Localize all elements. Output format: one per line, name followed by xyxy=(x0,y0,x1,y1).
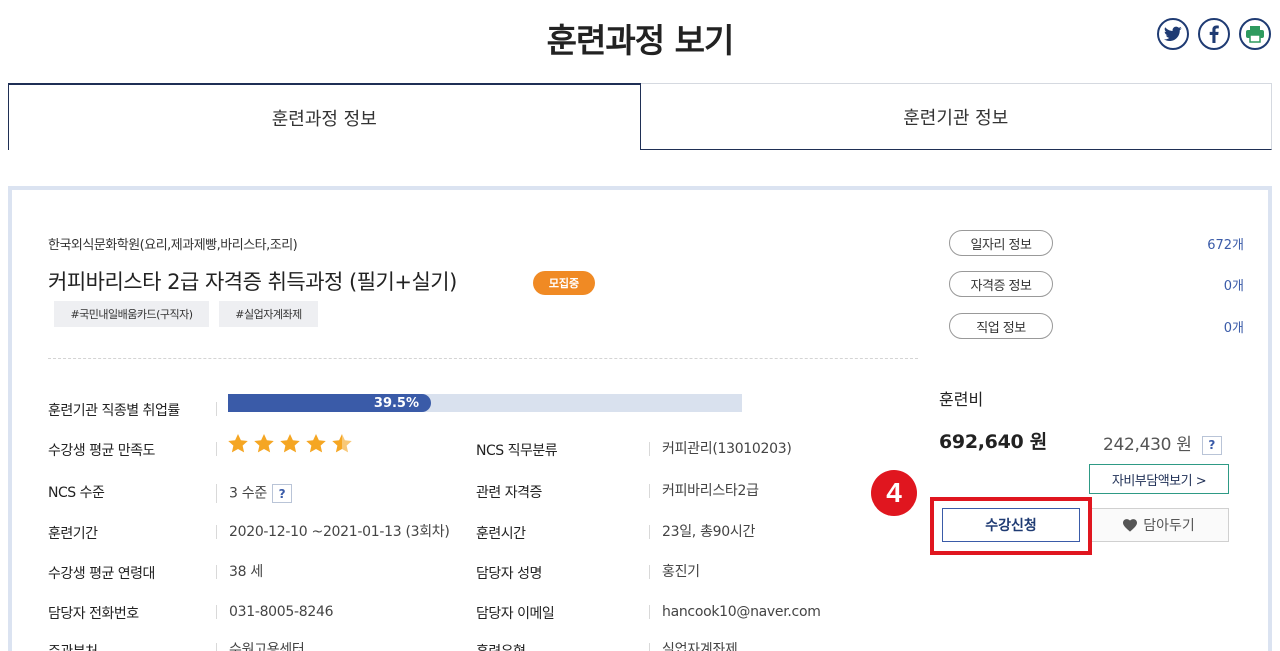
fee-self-value: 242,430 원 xyxy=(1103,435,1192,455)
period-value: 2020-12-10 ~2021-01-13 (3회차) xyxy=(216,525,450,539)
self-pay-view-button[interactable]: 자비부담액보기 > xyxy=(1089,464,1229,494)
star-icon xyxy=(228,434,248,453)
fee-help-button[interactable]: ? xyxy=(1201,435,1222,455)
ncs-level-help-button[interactable]: ? xyxy=(271,484,292,503)
period-label: 훈련기간 xyxy=(48,526,98,542)
ncs-level-value: 3 수준? xyxy=(216,484,292,503)
heart-icon xyxy=(1123,518,1138,532)
wishlist-label: 담아두기 xyxy=(1143,518,1195,534)
step-number-badge: 4 xyxy=(871,470,917,516)
phone-value: 031-8005-8246 xyxy=(216,605,333,619)
satisfaction-stars xyxy=(228,434,352,453)
ncs-class-label: NCS 직무분류 xyxy=(476,443,558,459)
twitter-icon[interactable] xyxy=(1157,18,1189,50)
email-value[interactable]: hancook10@naver.com xyxy=(649,605,821,619)
course-title: 커피바리스타 2급 자격증 취득과정 (필기+실기) xyxy=(48,270,457,294)
employment-rate-value: 39.5% xyxy=(373,395,420,411)
email-label: 담당자 이메일 xyxy=(476,606,555,622)
job-info-button[interactable]: 일자리 정보 xyxy=(949,230,1053,256)
hours-label: 훈련시간 xyxy=(476,526,526,542)
related-cert-value: 커피바리스타2급 xyxy=(649,484,759,498)
share-buttons xyxy=(1157,18,1271,50)
separator xyxy=(216,442,217,456)
contact-name-label: 담당자 성명 xyxy=(476,566,542,582)
ncs-level-text: 3 수준 xyxy=(229,485,267,502)
divider xyxy=(48,358,918,359)
course-detail-card: 한국외식문화학원(요리,제과제빵,바리스타,조리) 커피바리스타 2급 자격증 … xyxy=(8,186,1272,651)
fee-total: 692,640 원 xyxy=(939,431,1047,453)
facebook-icon[interactable] xyxy=(1198,18,1230,50)
half-star-icon xyxy=(332,434,352,453)
wishlist-button[interactable]: 담아두기 xyxy=(1089,508,1229,542)
star-icon xyxy=(254,434,274,453)
related-cert-label: 관련 자격증 xyxy=(476,485,542,501)
print-icon[interactable] xyxy=(1239,18,1271,50)
phone-label: 담당자 전화번호 xyxy=(48,606,139,622)
office-label: 주관부처 xyxy=(48,641,98,651)
ncs-class-value: 커피관리(13010203) xyxy=(649,442,792,456)
employment-rate-bar: 39.5% xyxy=(228,394,742,412)
employment-rate-label: 훈련기관 직종별 취업률 xyxy=(48,403,180,419)
fee-self-pay: 242,430 원? xyxy=(1103,430,1222,455)
page-title: 훈련과정 보기 xyxy=(546,21,735,60)
type-value: 실업자계좌제 xyxy=(649,643,738,651)
tag-national-card[interactable]: #국민내일배움카드(구직자) xyxy=(54,301,209,327)
occupation-info-count[interactable]: 0개 xyxy=(1224,317,1244,336)
tab-institution-info[interactable]: 훈련기관 정보 xyxy=(640,83,1272,150)
contact-name-value: 홍진기 xyxy=(649,565,700,579)
separator xyxy=(216,402,217,416)
tag-unemployed-account[interactable]: #실업자계좌제 xyxy=(219,301,318,327)
occupation-info-button[interactable]: 직업 정보 xyxy=(949,313,1053,339)
job-info-count[interactable]: 672개 xyxy=(1207,234,1244,253)
satisfaction-label: 수강생 평균 만족도 xyxy=(48,443,155,459)
cert-info-count[interactable]: 0개 xyxy=(1224,275,1244,294)
status-badge: 모집중 xyxy=(533,271,595,295)
fee-label: 훈련비 xyxy=(939,390,984,409)
tab-course-info[interactable]: 훈련과정 정보 xyxy=(8,83,641,150)
apply-button[interactable]: 수강신청 xyxy=(942,508,1080,542)
cert-info-button[interactable]: 자격증 정보 xyxy=(949,271,1053,297)
ncs-level-label: NCS 수준 xyxy=(48,485,105,501)
avg-age-value: 38 세 xyxy=(216,565,263,579)
type-label: 훈련유형 xyxy=(476,641,526,651)
star-icon xyxy=(306,434,326,453)
employment-rate-fill: 39.5% xyxy=(228,394,432,412)
avg-age-label: 수강생 평균 연령대 xyxy=(48,566,155,582)
office-value: 수원고용센터 xyxy=(216,643,305,651)
tab-bar: 훈련과정 정보 훈련기관 정보 xyxy=(8,83,1272,150)
institution-name: 한국외식문화학원(요리,제과제빵,바리스타,조리) xyxy=(48,238,298,253)
hours-value: 23일, 총90시간 xyxy=(649,525,755,539)
star-icon xyxy=(280,434,300,453)
